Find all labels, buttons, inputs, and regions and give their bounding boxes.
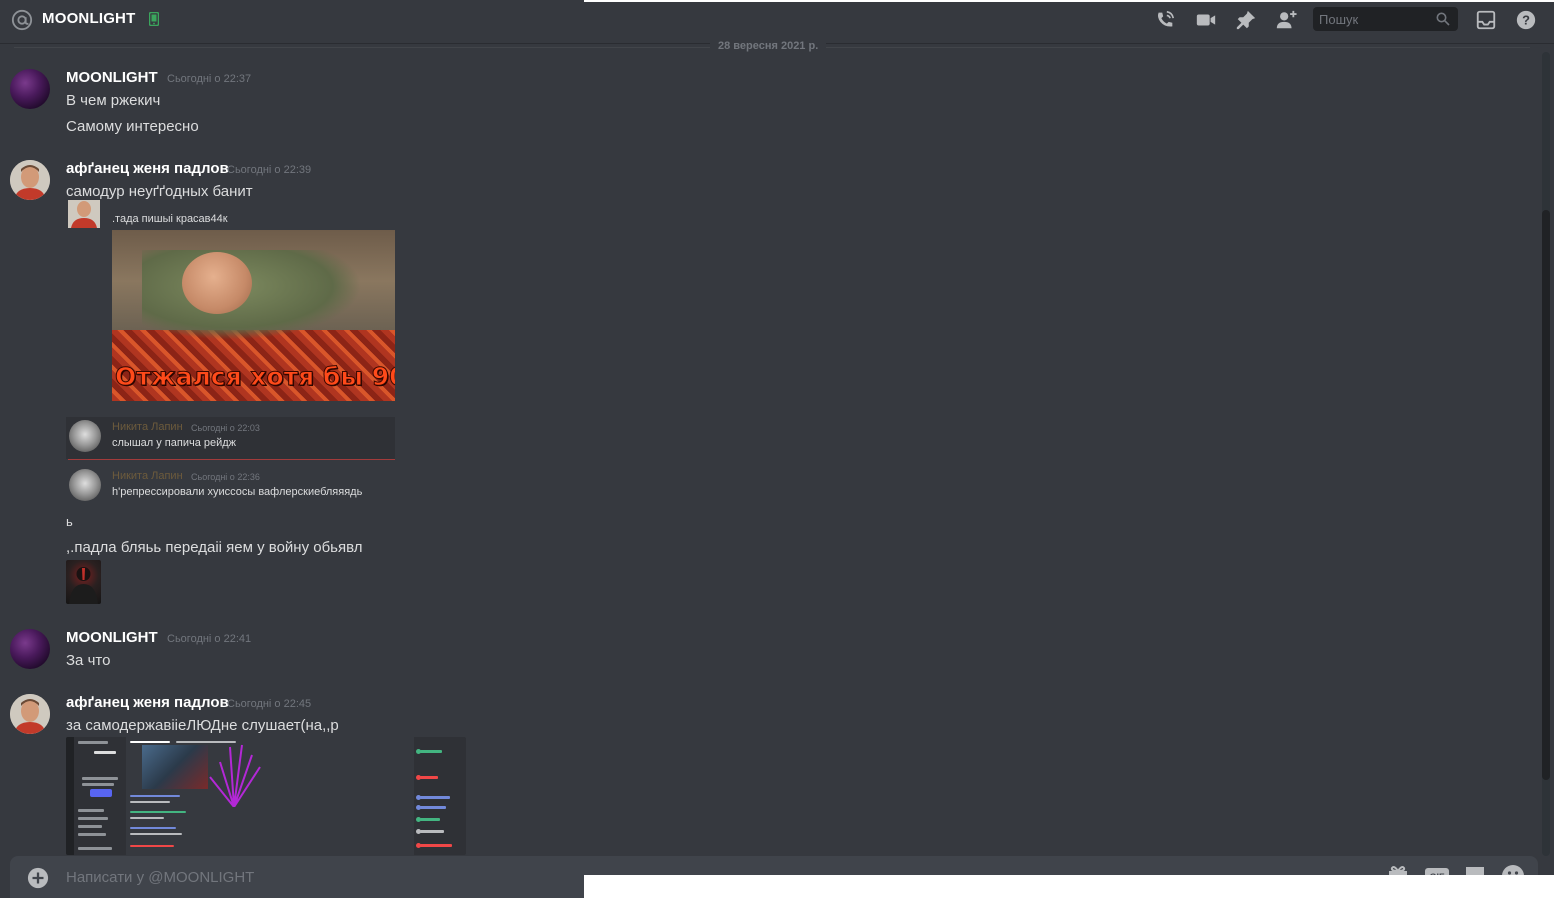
sticker-icon[interactable]	[1463, 864, 1487, 875]
message-timestamp: Сьогодні о 22:45	[227, 698, 312, 710]
embedded-avatar	[68, 200, 100, 228]
embedded-reply-text: .тада пишыі красав44к	[112, 213, 228, 225]
gif-icon[interactable]: GIF	[1425, 864, 1449, 875]
svg-text:?: ?	[1522, 13, 1530, 28]
page-title: MOONLIGHT	[42, 10, 136, 27]
avatar-photo	[10, 160, 50, 200]
add-friends-to-dm-button[interactable]	[1274, 8, 1298, 32]
help-button[interactable]: ?	[1514, 8, 1538, 32]
scrollbar-thumb[interactable]	[1542, 210, 1550, 780]
avatar[interactable]	[10, 69, 50, 109]
message-text: ь	[66, 514, 73, 529]
inbox-button[interactable]	[1474, 8, 1498, 32]
quoted-author: Никита Лапин	[112, 470, 183, 482]
mobile-status-icon	[149, 12, 159, 26]
pinned-messages-button[interactable]	[1234, 8, 1258, 32]
avatar[interactable]	[10, 160, 50, 200]
search-bar[interactable]	[1313, 7, 1458, 31]
image-caption: Отжался хотя бы 90	[114, 362, 395, 392]
video-call-button[interactable]	[1194, 8, 1218, 32]
gift-icon[interactable]	[1386, 864, 1410, 875]
quoted-text: h'репрессировали хуиссосы вафлерскиебляя…	[112, 486, 363, 498]
screenshot-crop-edge	[584, 0, 1554, 2]
message-timestamp: Сьогодні о 22:37	[167, 73, 252, 85]
message-author[interactable]: афґанец женя падлов	[66, 694, 229, 711]
attached-screenshot[interactable]	[66, 737, 466, 855]
quoted-timestamp: Сьогодні о 22:03	[191, 423, 260, 433]
avatar[interactable]	[10, 629, 50, 669]
quoted-text: слышал у папича рейдж	[112, 437, 237, 449]
svg-text:GIF: GIF	[1430, 872, 1446, 875]
message-author[interactable]: афґанец женя падлов	[66, 160, 229, 177]
screenshot-crop-edge	[584, 875, 1554, 898]
message-author[interactable]: MOONLIGHT	[66, 629, 158, 646]
message-text: самодур неуґґодных банит	[66, 183, 253, 200]
embedded-image[interactable]: Отжался хотя бы 90	[112, 230, 395, 401]
quoted-timestamp: Сьогодні о 22:36	[191, 472, 260, 482]
inbox-icon	[1476, 10, 1496, 30]
add-friend-icon	[1276, 10, 1297, 29]
avatar[interactable]	[10, 694, 50, 734]
embedded-avatar	[69, 469, 101, 501]
message-text: Самому интересно	[66, 118, 199, 135]
quote-separator	[68, 459, 395, 460]
at-icon	[11, 9, 33, 31]
help-icon: ?	[1516, 10, 1536, 30]
plus-icon[interactable]	[27, 867, 49, 889]
search-icon	[1436, 12, 1450, 26]
avatar-photo	[10, 694, 50, 734]
message-timestamp: Сьогодні о 22:41	[167, 633, 252, 645]
message-text: В чем ржекич	[66, 92, 161, 109]
channel-header: MOONLIGHT Пошук ?	[0, 0, 1554, 44]
message-text: за самодержавііеЛЮДне слушает(на,,р	[66, 717, 339, 734]
attached-image[interactable]	[66, 560, 101, 604]
embedded-avatar	[69, 420, 101, 452]
message-author[interactable]: MOONLIGHT	[66, 69, 158, 86]
message-input[interactable]	[66, 866, 566, 888]
voice-call-button[interactable]	[1153, 8, 1177, 32]
message-text: ,.падла бляьь передаіі яем у войну обьяв…	[66, 539, 363, 556]
date-divider-label: 28 вересня 2021 р.	[710, 40, 827, 52]
quoted-author: Никита Лапин	[112, 421, 183, 433]
message-timestamp: Сьогодні о 22:39	[227, 164, 312, 176]
search-input[interactable]	[1319, 10, 1431, 28]
pin-icon	[1236, 10, 1256, 30]
voice-call-icon	[1157, 10, 1175, 27]
message-text: За что	[66, 652, 111, 669]
emoji-icon[interactable]	[1501, 864, 1525, 875]
video-call-icon	[1196, 14, 1216, 26]
